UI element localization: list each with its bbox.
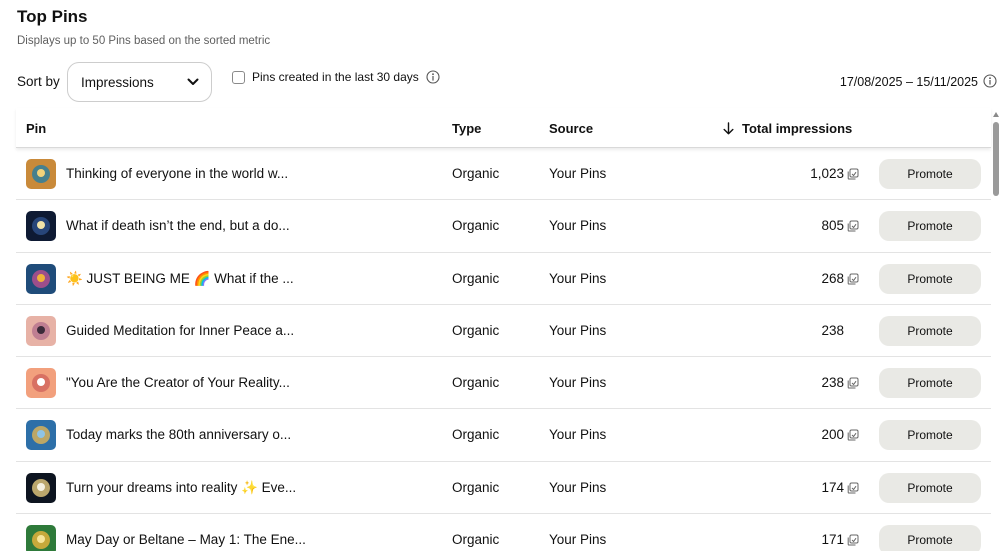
promote-button[interactable]: Promote — [879, 525, 981, 551]
table-row[interactable]: Thinking of everyone in the world w... O… — [16, 148, 991, 201]
copy-icon — [847, 428, 859, 446]
pin-title[interactable]: Guided Meditation for Inner Peace a... — [66, 323, 294, 338]
promote-button[interactable]: Promote — [879, 159, 981, 189]
table-header: Pin Type Source Total impressions — [16, 108, 991, 148]
scrollbar-thumb[interactable] — [993, 122, 999, 196]
page-subtitle: Displays up to 50 Pins based on the sort… — [17, 35, 271, 47]
copy-icon — [847, 219, 859, 237]
pin-thumbnail[interactable] — [26, 368, 56, 399]
sort-by-value: Impressions — [81, 74, 154, 90]
pin-thumbnail[interactable] — [26, 420, 56, 451]
page-title: Top Pins — [17, 7, 88, 26]
copy-icon — [847, 376, 859, 394]
pin-type: Organic — [452, 375, 500, 391]
pin-title[interactable]: Turn your dreams into reality ✨ Eve... — [66, 480, 296, 496]
total-impressions-label: Total impressions — [742, 121, 853, 136]
pin-title[interactable]: ☀️ JUST BEING ME 🌈 What if the ... — [66, 271, 294, 287]
promote-button[interactable]: Promote — [879, 315, 981, 346]
pin-impressions: 174 — [821, 479, 844, 495]
pin-type: Organic — [452, 270, 500, 286]
pin-source: Your Pins — [549, 532, 607, 548]
promote-button[interactable]: Promote — [879, 420, 981, 451]
pin-type: Organic — [452, 532, 500, 548]
promote-button[interactable]: Promote — [879, 211, 981, 242]
pin-source: Your Pins — [549, 375, 607, 391]
arrow-down-icon — [723, 122, 734, 135]
recent-pins-filter-label: Pins created in the last 30 days — [252, 70, 419, 84]
pin-source: Your Pins — [549, 427, 607, 443]
column-header-total-impressions[interactable]: Total impressions — [723, 121, 852, 136]
pin-source: Your Pins — [549, 322, 607, 338]
column-header-type[interactable]: Type — [452, 121, 481, 136]
copy-icon — [847, 167, 859, 185]
pin-thumbnail[interactable] — [26, 159, 56, 189]
pin-impressions: 268 — [821, 270, 844, 286]
pin-source: Your Pins — [549, 270, 607, 286]
table-row[interactable]: May Day or Beltane – May 1: The Ene... O… — [16, 514, 991, 551]
table-row[interactable]: "You Are the Creator of Your Reality... … — [16, 357, 991, 410]
pin-thumbnail[interactable] — [26, 315, 56, 346]
pin-type: Organic — [452, 166, 500, 181]
pin-type: Organic — [452, 427, 500, 443]
promote-button[interactable]: Promote — [879, 263, 981, 294]
chevron-down-icon — [187, 78, 199, 86]
pin-type: Organic — [452, 479, 500, 495]
table-row[interactable]: What if death isn’t the end, but a do...… — [16, 200, 991, 253]
pin-type: Organic — [452, 218, 500, 234]
pins-table-body: Thinking of everyone in the world w... O… — [16, 148, 991, 551]
recent-pins-filter[interactable]: Pins created in the last 30 days — [232, 70, 440, 84]
table-row[interactable]: Today marks the 80th anniversary o... Or… — [16, 409, 991, 462]
pin-title[interactable]: "You Are the Creator of Your Reality... — [66, 375, 290, 390]
pin-thumbnail[interactable] — [26, 211, 56, 242]
pin-impressions: 1,023 — [810, 166, 844, 181]
pin-title[interactable]: What if death isn’t the end, but a do... — [66, 218, 290, 233]
recent-pins-checkbox[interactable] — [232, 70, 245, 84]
copy-icon — [847, 533, 859, 551]
table-row[interactable]: ☀️ JUST BEING ME 🌈 What if the ... Organ… — [16, 253, 991, 305]
pin-impressions: 238 — [821, 322, 844, 338]
date-range-info-icon[interactable] — [983, 74, 997, 93]
sort-by-label: Sort by — [17, 74, 60, 89]
promote-button[interactable]: Promote — [879, 368, 981, 399]
pin-type: Organic — [452, 322, 500, 338]
info-icon[interactable] — [426, 70, 440, 84]
pin-source: Your Pins — [549, 218, 607, 234]
pin-impressions: 238 — [821, 375, 844, 391]
pin-thumbnail[interactable] — [26, 263, 56, 294]
pin-title[interactable]: May Day or Beltane – May 1: The Ene... — [66, 532, 306, 547]
pin-source: Your Pins — [549, 479, 607, 495]
pin-title[interactable]: Today marks the 80th anniversary o... — [66, 427, 291, 442]
pin-impressions: 200 — [821, 427, 844, 443]
column-header-pin: Pin — [26, 121, 47, 136]
date-range[interactable]: 17/08/2025 – 15/11/2025 — [840, 75, 978, 89]
table-row[interactable]: Guided Meditation for Inner Peace a... O… — [16, 305, 991, 358]
column-header-source[interactable]: Source — [549, 121, 593, 136]
pin-thumbnail[interactable] — [26, 525, 56, 551]
pin-source: Your Pins — [549, 166, 607, 181]
copy-icon — [847, 272, 859, 290]
copy-icon — [847, 481, 859, 499]
promote-button[interactable]: Promote — [879, 472, 981, 503]
pin-impressions: 805 — [821, 218, 844, 234]
scroll-up-arrow[interactable] — [993, 112, 999, 117]
table-row[interactable]: Turn your dreams into reality ✨ Eve... O… — [16, 462, 991, 515]
pin-impressions: 171 — [821, 532, 844, 548]
pin-thumbnail[interactable] — [26, 472, 56, 503]
pin-title[interactable]: Thinking of everyone in the world w... — [66, 166, 288, 181]
sort-by-select[interactable]: Impressions — [67, 62, 212, 102]
